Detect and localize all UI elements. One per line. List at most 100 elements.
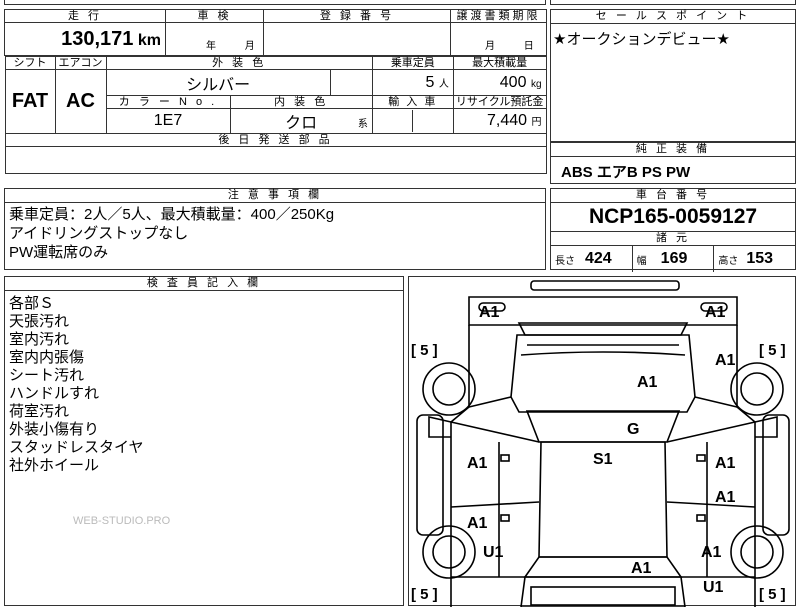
registration-header: 登 録 番 号: [263, 9, 451, 23]
tire-rear-left: [ 5 ]: [411, 586, 438, 603]
inspector-line-9: スタッドレスタイヤ: [9, 439, 144, 456]
mileage-header: 走 行: [4, 9, 166, 23]
mark-a1-right-front-door: A1: [715, 455, 736, 472]
inspector-line-2: 天張汚れ: [9, 313, 70, 330]
mileage-unit: km: [137, 31, 161, 49]
mark-a1-trunk: A1: [631, 560, 652, 577]
transfer-header: 譲渡書類期限: [450, 9, 547, 23]
max-load-unit: kg: [530, 78, 542, 90]
transfer-cell: 月 日: [450, 22, 547, 56]
damage-diagram: A1 A1 A1 A1 G S1 A1 A1 A1 A1 U1 A1 A1 U1…: [408, 276, 796, 607]
interior-color-header: 内 装 色: [229, 95, 373, 109]
top-strip: [4, 0, 546, 5]
notes-line-2: アイドリングストップなし: [9, 225, 189, 242]
genuine-equipment-text: ABS エアB PS PW: [561, 164, 691, 181]
width-label: 幅: [636, 255, 647, 267]
length-label: 長さ: [555, 255, 575, 267]
specs-header: 諸 元: [551, 232, 795, 246]
mark-a1-left-rear-door: A1: [467, 515, 488, 532]
inspector-line-1: 各部Ｓ: [9, 295, 55, 312]
transfer-day: 日: [523, 41, 534, 52]
notes-box: 注 意 事 項 欄 乗車定員：2人／5人、最大積載量：400／250Kg アイド…: [4, 188, 546, 270]
notes-header: 注 意 事 項 欄: [5, 189, 545, 203]
chassis-box: 車 台 番 号 NCP165-0059127 諸 元 長さ 424 幅 169 …: [550, 188, 796, 272]
vehicle-info-table: 走 行 車 検 登 録 番 号 譲渡書類期限 130,171 km 年 月 月 …: [4, 9, 547, 174]
interior-color-unit: 系: [357, 119, 368, 130]
tire-front-left: [ 5 ]: [411, 342, 438, 359]
mark-a1-top-right: A1: [705, 304, 726, 321]
inspector-line-10: 社外ホイール: [9, 457, 100, 474]
mark-a1-right-rear-door: A1: [715, 489, 736, 506]
color-no-header: カ ラ ー N o .: [105, 95, 231, 109]
inspection-year: 年: [206, 41, 216, 52]
inspector-line-8: 外装小傷有り: [9, 421, 100, 438]
mileage-value: 130,171: [61, 27, 134, 50]
mileage-cell: 130,171 km: [4, 22, 166, 56]
inspector-box: 検 査 員 記 入 欄 各部Ｓ 天張汚れ 室内汚れ 室内内張傷 シート汚れ ハン…: [4, 276, 404, 606]
capacity-cell: 5 人: [371, 69, 454, 96]
interior-color-value: クロ: [285, 115, 318, 132]
mark-s1-roof: S1: [593, 451, 613, 468]
width-value: 169: [660, 250, 688, 267]
aircon-header: エアコン: [54, 56, 107, 70]
max-load-header: 最大積載量: [452, 56, 547, 70]
tire-front-right: [ 5 ]: [759, 342, 786, 359]
later-parts-header: 後 日 発 送 部 品: [4, 133, 547, 147]
car-outline-svg: A1 A1 A1 A1 G S1 A1 A1 A1 A1 U1 A1 A1 U1…: [411, 280, 790, 607]
import-cell: [371, 108, 454, 134]
mark-a1-hood: A1: [637, 374, 658, 391]
sales-point-text: ★オークションデビュー★: [553, 31, 730, 48]
notes-line-1: 乗車定員：2人／5人、最大積載量：400／250Kg: [9, 206, 335, 223]
shift-value: FAT: [4, 69, 56, 134]
mark-a1-right-front: A1: [715, 352, 736, 369]
recycle-unit: 円: [531, 117, 542, 128]
top-strip-right: [550, 0, 796, 5]
max-load-cell: 400 kg: [452, 69, 547, 96]
mark-a1-top-left: A1: [479, 304, 500, 321]
tire-rear-right: [ 5 ]: [759, 586, 786, 603]
inspector-line-4: 室内内張傷: [9, 349, 85, 366]
color-no-value: 1E7: [105, 108, 231, 134]
watermark: WEB-STUDIO.PRO: [73, 515, 171, 527]
chassis-header: 車 台 番 号: [551, 189, 795, 203]
genuine-equipment-header: 純 正 装 備: [551, 143, 795, 157]
mark-a1-right-rear: A1: [701, 544, 722, 561]
interior-color-cell: クロ 系: [229, 108, 373, 134]
capacity-header: 乗車定員: [371, 56, 454, 70]
chassis-value: NCP165-0059127: [551, 203, 795, 232]
length-value: 424: [585, 250, 612, 267]
sales-point-header: セ ー ル ス ポ イ ン ト: [551, 10, 795, 24]
inspection-header: 車 検: [165, 9, 264, 23]
later-parts-cell: [4, 146, 547, 174]
sales-point-box: セ ー ル ス ポ イ ン ト ★オークションデビュー★: [550, 9, 796, 142]
aircon-value: AC: [54, 69, 107, 134]
mark-u1-left-rear: U1: [483, 544, 504, 561]
inspection-month: 月: [244, 41, 255, 52]
recycle-value: 7,440: [487, 112, 528, 129]
inspector-line-7: 荷室汚れ: [9, 403, 70, 420]
height-value: 153: [746, 250, 774, 267]
exterior-color-value: シルバー: [105, 69, 331, 96]
inspection-cell: 年 月: [165, 22, 264, 56]
mark-u1-right-bottom: U1: [703, 579, 724, 596]
inspector-list: 各部Ｓ 天張汚れ 室内汚れ 室内内張傷 シート汚れ ハンドルすれ 荷室汚れ 外装…: [5, 291, 403, 479]
registration-cell: [263, 22, 451, 56]
inspector-line-6: ハンドルすれ: [9, 385, 100, 402]
recycle-cell: 7,440 円: [452, 108, 547, 134]
height-label: 高さ: [718, 255, 739, 267]
recycle-header: リサイクル預託金: [452, 95, 547, 109]
transfer-month: 月: [485, 41, 495, 52]
exterior-color-header: 外 装 色: [105, 56, 373, 70]
capacity-unit: 人: [438, 78, 449, 90]
exterior-color-extra: [329, 69, 373, 96]
mark-a1-left-front-door: A1: [467, 455, 488, 472]
inspector-header: 検 査 員 記 入 欄: [5, 277, 403, 291]
genuine-equipment-box: 純 正 装 備 ABS エアB PS PW: [550, 142, 796, 184]
inspector-line-3: 室内汚れ: [9, 331, 70, 348]
mark-g-windshield: G: [627, 421, 639, 438]
shift-header: シフト: [4, 56, 56, 70]
notes-line-3: PW運転席のみ: [9, 244, 109, 261]
import-header: 輸 入 車: [371, 95, 454, 109]
inspector-line-5: シート汚れ: [9, 367, 85, 384]
capacity-value: 5: [425, 73, 435, 91]
